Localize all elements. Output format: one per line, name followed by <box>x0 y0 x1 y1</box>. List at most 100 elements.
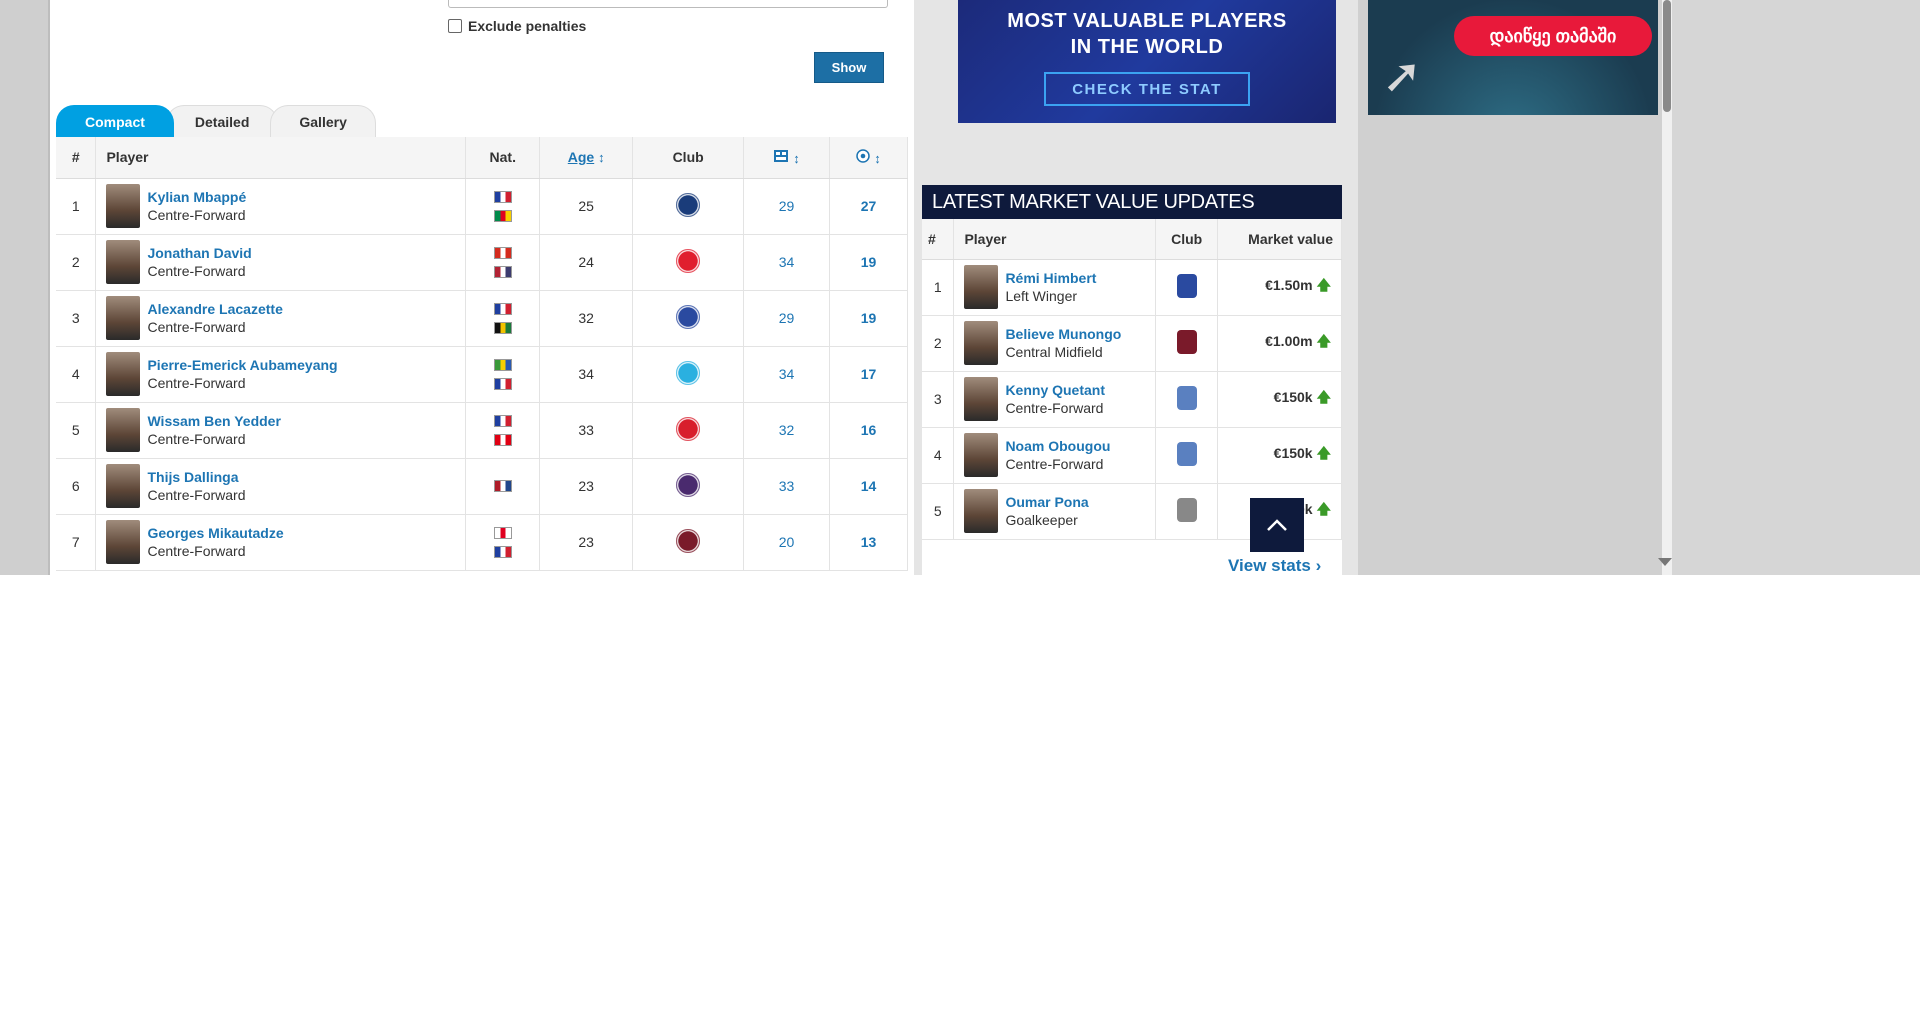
player-photo[interactable] <box>964 377 999 421</box>
club-logo-icon[interactable] <box>676 528 701 553</box>
market-value: €1.00m <box>1265 333 1313 349</box>
matches-link[interactable]: 29 <box>779 198 795 214</box>
sort-icon[interactable]: ↕ <box>598 150 605 165</box>
matches-link[interactable]: 20 <box>779 534 795 550</box>
club-logo-icon[interactable] <box>676 416 701 441</box>
flag-icon <box>493 480 512 492</box>
scrollbar-thumb[interactable] <box>1663 0 1671 112</box>
player-text: Kylian Mbappé Centre-Forward <box>147 188 246 224</box>
most-valuable-banner[interactable]: MOST VALUABLE PLAYERS IN THE WORLD CHECK… <box>958 0 1336 123</box>
player-photo[interactable] <box>106 520 141 564</box>
club-logo-icon[interactable] <box>1176 385 1197 410</box>
sort-icon[interactable]: ↕ <box>793 151 800 166</box>
view-tabs: Compact Detailed Gallery <box>56 105 376 137</box>
mv-player-cell: Oumar Pona Goalkeeper <box>953 483 1157 540</box>
player-text: Wissam Ben Yedder Centre-Forward <box>147 412 280 448</box>
goals-link[interactable]: 19 <box>861 310 877 326</box>
nationality-cell <box>465 234 541 291</box>
player-photo[interactable] <box>106 296 141 340</box>
table-row: 4 Pierre-Emerick Aubameyang Centre-Forward… <box>56 346 908 403</box>
club-logo-icon[interactable] <box>676 472 701 497</box>
table-row: 5 Wissam Ben Yedder Centre-Forward 33 32 16 <box>56 402 908 459</box>
mv-rank-cell: 4 <box>922 427 955 484</box>
matches-link[interactable]: 29 <box>779 310 795 326</box>
club-logo-icon[interactable] <box>676 192 701 217</box>
ad-start-game-button[interactable]: დაიწყე თამაში <box>1454 16 1652 56</box>
player-name-link[interactable]: Georges Mikautadze <box>147 524 283 542</box>
player-photo[interactable] <box>964 433 999 477</box>
age-cell: 23 <box>539 458 634 515</box>
table-header-row: # Player Nat. Age ↕ Club ↕ ↕ <box>56 137 908 179</box>
club-cell <box>632 458 745 515</box>
player-photo[interactable] <box>964 489 999 533</box>
player-photo[interactable] <box>106 464 141 508</box>
player-photo[interactable] <box>106 408 141 452</box>
player-photo[interactable] <box>106 184 141 228</box>
goals-link[interactable]: 14 <box>861 478 877 494</box>
tab-gallery[interactable]: Gallery <box>270 105 376 137</box>
matches-header[interactable]: ↕ <box>743 137 831 179</box>
player-name-link[interactable]: Alexandre Lacazette <box>147 300 282 318</box>
player-name-link[interactable]: Believe Munongo <box>1005 325 1121 343</box>
goals-icon[interactable] <box>856 149 871 163</box>
player-photo[interactable] <box>106 240 141 284</box>
filter-select[interactable] <box>448 0 888 8</box>
nationality-cell <box>465 458 541 515</box>
player-name-link[interactable]: Thijs Dallinga <box>147 468 245 486</box>
player-photo[interactable] <box>106 352 141 396</box>
goals-header[interactable]: ↕ <box>829 137 908 179</box>
club-logo-icon[interactable] <box>676 360 701 385</box>
player-name-link[interactable]: Pierre-Emerick Aubameyang <box>147 356 337 374</box>
show-button[interactable]: Show <box>814 52 884 83</box>
rank-cell: 4 <box>56 346 97 403</box>
matches-link[interactable]: 34 <box>779 254 795 270</box>
player-position: Centre-Forward <box>147 375 246 391</box>
club-logo-icon[interactable] <box>1176 441 1197 466</box>
player-name-link[interactable]: Kenny Quetant <box>1005 381 1105 399</box>
check-the-stat-button[interactable]: CHECK THE STAT <box>1044 72 1250 106</box>
goals-link[interactable]: 19 <box>861 254 877 270</box>
flags-stack <box>466 480 539 492</box>
club-logo-icon[interactable] <box>676 248 701 273</box>
flag-icon <box>493 358 512 371</box>
player-text: Jonathan David Centre-Forward <box>147 244 251 280</box>
goals-link[interactable]: 27 <box>861 198 877 214</box>
player-name-link[interactable]: Kylian Mbappé <box>147 188 246 206</box>
age-sort-link[interactable]: Age <box>568 149 594 165</box>
back-to-top-button[interactable] <box>1250 498 1304 552</box>
player-block: Thijs Dallinga Centre-Forward <box>106 464 465 508</box>
view-stats-label[interactable]: View stats <box>1228 556 1311 575</box>
matches-link[interactable]: 32 <box>779 422 795 438</box>
player-name-link[interactable]: Oumar Pona <box>1005 493 1088 511</box>
rank-cell: 3 <box>56 290 97 347</box>
player-name-link[interactable]: Noam Obougou <box>1005 437 1110 455</box>
club-logo-icon[interactable] <box>676 304 701 329</box>
sort-icon[interactable]: ↕ <box>874 151 881 166</box>
matches-cell: 32 <box>743 402 831 459</box>
club-logo-icon[interactable] <box>1176 497 1197 522</box>
goals-link[interactable]: 13 <box>861 534 877 550</box>
georgian-ad[interactable]: დაიწყე თამაში ➚ <box>1368 0 1658 115</box>
matches-link[interactable]: 33 <box>779 478 795 494</box>
flag-icon <box>493 302 512 315</box>
matches-link[interactable]: 34 <box>779 366 795 382</box>
player-name-link[interactable]: Rémi Himbert <box>1005 269 1096 287</box>
player-name-link[interactable]: Wissam Ben Yedder <box>147 412 280 430</box>
exclude-penalties-checkbox[interactable]: Exclude penalties <box>448 18 586 34</box>
view-stats-link[interactable]: View stats › <box>1228 556 1321 575</box>
player-name-link[interactable]: Jonathan David <box>147 244 251 262</box>
player-photo[interactable] <box>964 265 999 309</box>
tab-detailed[interactable]: Detailed <box>165 105 279 137</box>
player-block: Pierre-Emerick Aubameyang Centre-Forward <box>106 352 465 396</box>
club-logo-icon[interactable] <box>1176 329 1197 354</box>
age-cell: 32 <box>539 290 634 347</box>
tab-compact[interactable]: Compact <box>56 105 174 137</box>
player-photo[interactable] <box>964 321 999 365</box>
matches-icon[interactable] <box>773 149 789 163</box>
checkbox-box[interactable] <box>448 19 462 33</box>
age-header[interactable]: Age ↕ <box>539 137 634 179</box>
club-logo-icon[interactable] <box>1176 273 1197 298</box>
goals-link[interactable]: 17 <box>861 366 877 382</box>
goals-link[interactable]: 16 <box>861 422 877 438</box>
scroll-down-arrow-icon[interactable] <box>1658 558 1672 566</box>
